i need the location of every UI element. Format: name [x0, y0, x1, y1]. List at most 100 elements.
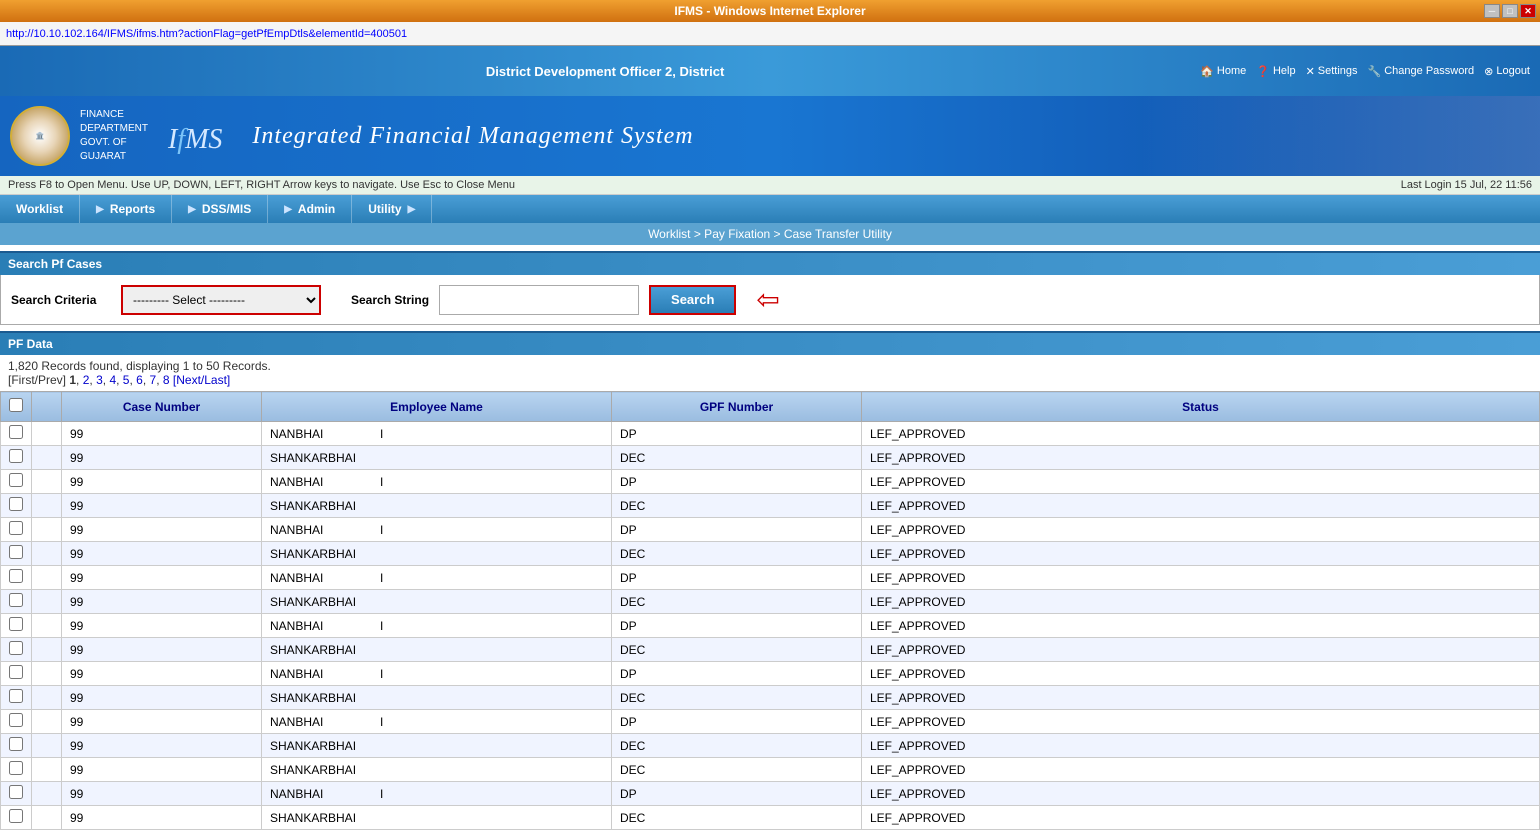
gpf-number-cell: DP — [612, 782, 862, 806]
window-controls[interactable]: ─ □ ✕ — [1484, 4, 1536, 18]
row-checkbox-cell[interactable] — [1, 662, 32, 686]
gpf-number-cell: DP — [612, 470, 862, 494]
page-5-link[interactable]: 5 — [123, 373, 130, 387]
row-index-cell — [32, 782, 62, 806]
row-checkbox-cell[interactable] — [1, 782, 32, 806]
status-sort-link[interactable]: Status — [1182, 400, 1219, 414]
page-8-link[interactable]: 8 — [163, 373, 170, 387]
search-button[interactable]: Search — [649, 285, 736, 315]
row-checkbox-cell[interactable] — [1, 470, 32, 494]
gpf-number-sort-link[interactable]: GPF Number — [700, 400, 773, 414]
row-checkbox[interactable] — [9, 713, 23, 727]
case-number-cell: 99 — [62, 710, 262, 734]
nav-reports[interactable]: ▶ Reports — [80, 195, 172, 223]
table-header-row: Case Number Employee Name GPF Number Sta… — [1, 392, 1540, 422]
search-criteria-select[interactable]: --------- Select --------- — [121, 285, 321, 315]
table-row: 99 SHANKARBHAI DEC LEF_APPROVED — [1, 734, 1540, 758]
row-checkbox-cell[interactable] — [1, 518, 32, 542]
row-checkbox[interactable] — [9, 809, 23, 823]
row-checkbox[interactable] — [9, 737, 23, 751]
row-checkbox-cell[interactable] — [1, 638, 32, 662]
row-index-cell — [32, 422, 62, 446]
pf-data-table: Case Number Employee Name GPF Number Sta… — [0, 391, 1540, 830]
change-password-link[interactable]: 🔧 Change Password — [1368, 65, 1475, 78]
row-checkbox[interactable] — [9, 521, 23, 535]
nav-admin[interactable]: ▶ Admin — [268, 195, 352, 223]
table-row: 99 NANBHAI I DP LEF_APPROVED — [1, 662, 1540, 686]
case-number-cell: 99 — [62, 686, 262, 710]
page-4-link[interactable]: 4 — [109, 373, 116, 387]
nav-utility[interactable]: Utility ▶ — [352, 195, 432, 223]
title-bar: IFMS - Windows Internet Explorer ─ □ ✕ — [0, 0, 1540, 22]
row-index-cell — [32, 638, 62, 662]
status-header[interactable]: Status — [862, 392, 1540, 422]
dss-arrow-icon: ▶ — [188, 204, 196, 215]
row-index-cell — [32, 446, 62, 470]
employee-name-cell: NANBHAI I — [262, 470, 612, 494]
page-7-link[interactable]: 7 — [150, 373, 157, 387]
status-cell: LEF_APPROVED — [862, 782, 1540, 806]
header-background — [1140, 96, 1540, 176]
row-checkbox-cell[interactable] — [1, 686, 32, 710]
row-checkbox-cell[interactable] — [1, 710, 32, 734]
row-checkbox-cell[interactable] — [1, 734, 32, 758]
row-checkbox-cell[interactable] — [1, 590, 32, 614]
row-checkbox[interactable] — [9, 569, 23, 583]
case-number-cell: 99 — [62, 614, 262, 638]
gpf-number-cell: DP — [612, 518, 862, 542]
employee-name-header[interactable]: Employee Name — [262, 392, 612, 422]
row-checkbox-cell[interactable] — [1, 614, 32, 638]
status-cell: LEF_APPROVED — [862, 590, 1540, 614]
row-checkbox-cell[interactable] — [1, 806, 32, 830]
row-checkbox-cell[interactable] — [1, 566, 32, 590]
row-checkbox[interactable] — [9, 617, 23, 631]
settings-link[interactable]: ✕ Settings — [1306, 65, 1358, 78]
row-checkbox-cell[interactable] — [1, 446, 32, 470]
row-checkbox[interactable] — [9, 425, 23, 439]
row-checkbox[interactable] — [9, 689, 23, 703]
row-checkbox[interactable] — [9, 473, 23, 487]
page-2-link[interactable]: 2 — [83, 373, 90, 387]
row-index-cell — [32, 614, 62, 638]
help-link[interactable]: ❓ Help — [1256, 65, 1295, 78]
row-checkbox[interactable] — [9, 641, 23, 655]
row-checkbox-cell[interactable] — [1, 542, 32, 566]
restore-button[interactable]: □ — [1502, 4, 1518, 18]
employee-name-sort-link[interactable]: Employee Name — [390, 400, 483, 414]
top-banner: District Development Officer 2, District… — [0, 46, 1540, 96]
gpf-number-cell: DP — [612, 614, 862, 638]
row-checkbox[interactable] — [9, 593, 23, 607]
row-checkbox-cell[interactable] — [1, 494, 32, 518]
case-number-sort-link[interactable]: Case Number — [123, 400, 200, 414]
table-row: 99 NANBHAI I DP LEF_APPROVED — [1, 614, 1540, 638]
row-checkbox[interactable] — [9, 665, 23, 679]
page-6-link[interactable]: 6 — [136, 373, 143, 387]
row-checkbox[interactable] — [9, 545, 23, 559]
nav-dss-mis[interactable]: ▶ DSS/MIS — [172, 195, 268, 223]
status-cell: LEF_APPROVED — [862, 638, 1540, 662]
row-checkbox[interactable] — [9, 449, 23, 463]
arrow-indicator-icon: ⇦ — [756, 283, 779, 316]
home-link[interactable]: 🏠 Home — [1200, 65, 1246, 78]
logout-link[interactable]: ⊗ Logout — [1484, 65, 1530, 78]
employee-name-cell: NANBHAI I — [262, 518, 612, 542]
minimize-button[interactable]: ─ — [1484, 4, 1500, 18]
gpf-number-header[interactable]: GPF Number — [612, 392, 862, 422]
nav-worklist[interactable]: Worklist — [0, 195, 80, 223]
employee-name-cell: SHANKARBHAI — [262, 734, 612, 758]
row-checkbox[interactable] — [9, 761, 23, 775]
row-checkbox[interactable] — [9, 497, 23, 511]
next-last-link[interactable]: [Next/Last] — [173, 373, 230, 387]
checkbox-header[interactable] — [1, 392, 32, 422]
address-text[interactable]: http://10.10.102.164/IFMS/ifms.htm?actio… — [6, 28, 407, 40]
select-all-checkbox[interactable] — [9, 398, 23, 412]
case-number-header[interactable]: Case Number — [62, 392, 262, 422]
search-string-input[interactable] — [439, 285, 639, 315]
search-string-label: Search String — [351, 293, 429, 307]
page-3-link[interactable]: 3 — [96, 373, 103, 387]
row-checkbox-cell[interactable] — [1, 422, 32, 446]
row-checkbox-cell[interactable] — [1, 758, 32, 782]
row-checkbox[interactable] — [9, 785, 23, 799]
employee-name-cell: SHANKARBHAI — [262, 542, 612, 566]
close-button[interactable]: ✕ — [1520, 4, 1536, 18]
